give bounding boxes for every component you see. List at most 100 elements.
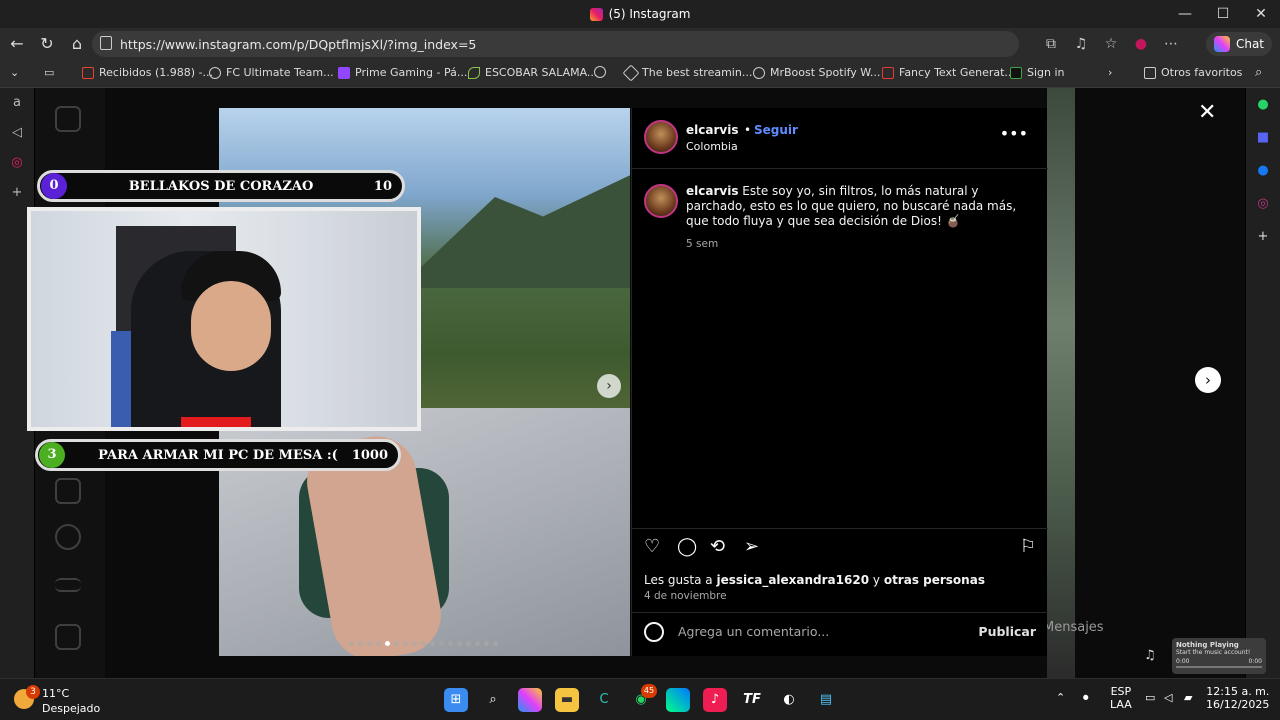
red-accent: [181, 417, 251, 427]
back-icon[interactable]: ←: [2, 34, 32, 53]
favorites-bar: ⌄ ▭ Recibidos (1.988) -... FC Ultimate T…: [0, 60, 1280, 88]
emoji-icon[interactable]: [644, 622, 664, 642]
like-heart-icon[interactable]: ♡: [644, 536, 660, 557]
site-info-icon[interactable]: [100, 36, 112, 50]
bookmark-fancy-text[interactable]: Fancy Text Generat...: [882, 66, 1015, 79]
collections-icon[interactable]: ♫: [1066, 36, 1096, 52]
search-icon[interactable]: ⌕: [481, 688, 505, 712]
other-favorites-folder[interactable]: Otros favoritos: [1144, 66, 1242, 79]
url-field[interactable]: https://www.instagram.com/p/DQptflmjsXl/…: [92, 31, 1019, 57]
home-icon[interactable]: ⌂: [62, 34, 92, 53]
clipchamp-icon[interactable]: C: [592, 688, 616, 712]
instagram-tab-icon: [589, 7, 603, 21]
chevron-up-icon[interactable]: ⌃: [1056, 691, 1065, 704]
next-post-icon[interactable]: ›: [1195, 367, 1221, 393]
bookmark-fc-ultimate[interactable]: FC Ultimate Team...: [209, 66, 334, 79]
vertical-tabs-icon[interactable]: ▭: [44, 66, 54, 79]
bookmark-globe[interactable]: [594, 66, 606, 78]
bookmark-streaming[interactable]: The best streamin...: [622, 64, 752, 81]
language-indicator[interactable]: ESP LAA: [1110, 685, 1132, 711]
clock[interactable]: 12:15 a. m. 16/12/2025: [1206, 685, 1269, 711]
chat-label: Chat: [1235, 37, 1264, 51]
add-icon[interactable]: +: [1246, 220, 1280, 253]
carousel-dot: [430, 641, 435, 646]
bookmark-sign-in[interactable]: Sign in: [1010, 66, 1065, 79]
post-date: 4 de noviembre: [644, 590, 727, 602]
whatsapp-icon[interactable]: ●: [1246, 88, 1280, 121]
chevron-right-icon[interactable]: ›: [1108, 66, 1112, 79]
bookmark-prime-gaming[interactable]: Prime Gaming - Pá...: [338, 66, 467, 79]
network-icon[interactable]: ▭: [1145, 691, 1155, 704]
likes-others[interactable]: otras personas: [884, 573, 985, 587]
copilot-icon[interactable]: [518, 688, 542, 712]
messages-label[interactable]: Mensajes: [1043, 620, 1104, 635]
file-explorer-icon[interactable]: ▬: [555, 688, 579, 712]
edge-icon[interactable]: [666, 688, 690, 712]
bookmark-mrboost[interactable]: MrBoost Spotify W...: [753, 66, 880, 79]
carousel-dot: [349, 641, 354, 646]
avatar[interactable]: [644, 120, 678, 154]
share-icon[interactable]: ➢: [744, 536, 759, 557]
instagram-icon[interactable]: ◎: [1246, 187, 1280, 220]
close-icon[interactable]: ✕: [1198, 100, 1216, 125]
start-icon[interactable]: ⊞: [444, 688, 468, 712]
menu-icon[interactable]: [55, 578, 81, 592]
copilot-chat-button[interactable]: Chat: [1205, 32, 1272, 56]
discord-icon[interactable]: ■: [1246, 121, 1280, 154]
carousel-next-icon[interactable]: ›: [597, 374, 621, 398]
now-playing-title: Nothing Playing: [1176, 641, 1239, 649]
instagram-logo-icon[interactable]: [55, 106, 81, 132]
chevron-down-icon[interactable]: ⌄: [10, 66, 19, 79]
amazon-icon[interactable]: a: [0, 88, 34, 118]
microphone-icon[interactable]: ⏺: [1083, 691, 1089, 705]
apps-icon[interactable]: [55, 624, 81, 650]
speaker-icon[interactable]: ◁: [0, 118, 34, 148]
now-playing-widget[interactable]: Nothing Playing Start the music account!…: [1172, 638, 1266, 674]
volume-icon[interactable]: ◁: [1164, 691, 1172, 704]
search-icon[interactable]: ⌕: [1255, 65, 1262, 80]
minimize-button[interactable]: —: [1166, 0, 1204, 28]
facebook-icon[interactable]: ●: [1246, 154, 1280, 187]
notepad-icon[interactable]: ▤: [814, 688, 838, 712]
comment-input[interactable]: Agrega un comentario...: [678, 624, 829, 639]
bookmark-escobar[interactable]: ESCOBAR SALAMA...: [468, 66, 597, 79]
battery-icon[interactable]: ▰: [1184, 691, 1192, 704]
add-icon[interactable]: +: [0, 178, 34, 208]
carousel-dot: [367, 641, 372, 646]
tft-icon[interactable]: TF: [740, 688, 764, 712]
caption-username[interactable]: elcarvis: [686, 184, 738, 198]
carousel-dot: [439, 641, 444, 646]
weather-temp: 11°C: [42, 687, 70, 700]
bottom-goal-label: PARA ARMAR MI PC DE MESA :(: [98, 447, 338, 463]
copilot-icon: [1213, 36, 1230, 52]
maximize-button[interactable]: ☐: [1204, 0, 1242, 28]
repost-icon[interactable]: ⟲: [710, 536, 725, 557]
post-username[interactable]: elcarvis: [686, 123, 738, 137]
bookmark-gmail[interactable]: Recibidos (1.988) -...: [82, 66, 213, 79]
comment-box: Agrega un comentario... Publicar: [644, 620, 1036, 646]
publish-button[interactable]: Publicar: [978, 624, 1036, 639]
avatar[interactable]: [644, 184, 678, 218]
more-options-icon[interactable]: •••: [1000, 124, 1028, 143]
save-bookmark-icon[interactable]: ⚐: [1020, 536, 1036, 557]
follow-button[interactable]: Seguir: [754, 123, 798, 137]
bottom-goal-bar: 3 PARA ARMAR MI PC DE MESA :( 1000: [35, 439, 401, 471]
tiktok-icon[interactable]: ♪: [703, 688, 727, 712]
more-options-icon[interactable]: ⋯: [1156, 36, 1186, 52]
comment-icon[interactable]: ◯: [677, 536, 697, 557]
close-window-button[interactable]: ✕: [1242, 0, 1280, 28]
refresh-icon[interactable]: ↻: [32, 34, 62, 53]
music-note-icon[interactable]: ♫: [1144, 648, 1156, 663]
divider: [632, 168, 1048, 169]
stats-icon[interactable]: [55, 478, 81, 504]
favorites-icon[interactable]: ☆: [1096, 36, 1126, 52]
window-title: (5) Instagram: [608, 7, 691, 21]
threads-icon[interactable]: [55, 524, 81, 550]
likes-user[interactable]: jessica_alexandra1620: [716, 573, 869, 587]
clock-time: 12:15 a. m.: [1206, 685, 1270, 698]
profile-avatar-icon[interactable]: ●: [1126, 36, 1156, 52]
post-location[interactable]: Colombia: [686, 140, 738, 153]
steam-icon[interactable]: ◐: [777, 688, 801, 712]
extensions-icon[interactable]: ⧉: [1036, 36, 1066, 52]
instagram-sidebar-icon[interactable]: ◎: [0, 148, 34, 178]
